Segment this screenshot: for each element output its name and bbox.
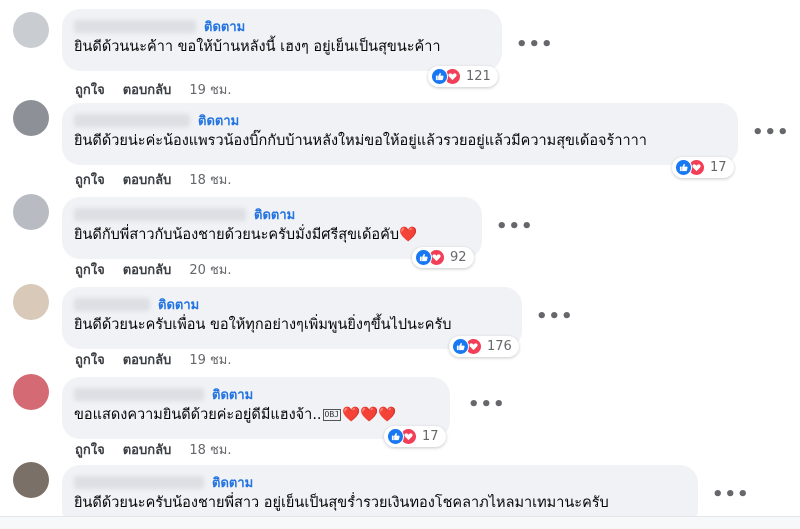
more-options-icon[interactable]: ••• [712, 486, 750, 504]
comment-text: ยินดีด้วยนะครับน้องชายพี่สาว อยู่เย็นเป็… [74, 495, 609, 511]
timestamp[interactable]: 18 ชม. [189, 439, 231, 460]
thumbs-up-icon [431, 68, 448, 85]
like-button[interactable]: ถูกใจ [75, 439, 105, 460]
like-button[interactable]: ถูกใจ [75, 79, 105, 100]
reaction-summary[interactable]: 121 [428, 66, 498, 87]
more-options-icon[interactable]: ••• [496, 218, 534, 236]
avatar[interactable] [13, 100, 49, 136]
comment-bubble: ติดตาม ยินดีด้วยน่ะค่ะน้องแพรวน้องบิ๊กกั… [62, 103, 738, 165]
reply-button[interactable]: ตอบกลับ [123, 79, 172, 100]
reply-button[interactable]: ตอบกลับ [123, 259, 172, 280]
commenter-name[interactable] [74, 387, 204, 401]
heart-emoji: ❤️❤️❤️ [342, 407, 397, 423]
avatar[interactable] [13, 12, 49, 48]
comment-text: ยินดีด้วยนะครับเพื่อน ขอให้ทุกอย่างๆเพิ่… [74, 317, 452, 333]
comment-text: ยินดีกับพี่สาวกับน้องชายด้วยนะครับมั่งมี… [74, 227, 400, 243]
avatar[interactable] [13, 284, 49, 320]
thumbs-up-icon [387, 428, 404, 445]
thumbs-up-icon [675, 159, 692, 176]
obj-glyph: OBJ [322, 409, 341, 421]
commenter-name[interactable] [74, 297, 150, 311]
reaction-count: 17 [710, 160, 727, 175]
comment-text: ยินดีด้วนนะค้าา ขอให้บ้านหลังนี้ เฮงๆ อย… [74, 39, 441, 55]
reaction-count: 17 [422, 429, 439, 444]
reaction-summary[interactable]: 17 [384, 426, 446, 447]
like-button[interactable]: ถูกใจ [75, 349, 105, 370]
avatar[interactable] [13, 462, 49, 498]
like-button[interactable]: ถูกใจ [75, 169, 105, 190]
thumbs-up-icon [415, 249, 432, 266]
thumbs-up-icon [452, 338, 469, 355]
comment-text: ยินดีด้วยน่ะค่ะน้องแพรวน้องบิ๊กกับบ้านหล… [74, 133, 647, 149]
commenter-name[interactable] [74, 113, 190, 127]
follow-link[interactable]: ติดตาม [204, 16, 245, 37]
like-button[interactable]: ถูกใจ [75, 259, 105, 280]
reply-button[interactable]: ตอบกลับ [123, 439, 172, 460]
comment-actions: ถูกใจ ตอบกลับ 19 ชม. [75, 79, 232, 100]
comment-bubble: ติดตาม ยินดีด้วนนะค้าา ขอให้บ้านหลังนี้ … [62, 9, 502, 71]
comment-actions: ถูกใจ ตอบกลับ 19 ชม. [75, 349, 232, 370]
timestamp[interactable]: 19 ชม. [189, 79, 231, 100]
heart-emoji: ❤️ [399, 227, 418, 243]
follow-link[interactable]: ติดตาม [212, 384, 253, 405]
avatar[interactable] [13, 194, 49, 230]
reply-button[interactable]: ตอบกลับ [123, 349, 172, 370]
follow-link[interactable]: ติดตาม [254, 204, 295, 225]
follow-link[interactable]: ติดตาม [158, 294, 199, 315]
reaction-summary[interactable]: 92 [412, 247, 474, 268]
comment-actions: ถูกใจ ตอบกลับ 18 ชม. [75, 169, 232, 190]
reply-button[interactable]: ตอบกลับ [123, 169, 172, 190]
follow-link[interactable]: ติดตาม [198, 110, 239, 131]
comment-text: ขอแสดงความยินดีด้วยค่ะอยู่ดีมีแฮงจ้า.. [74, 407, 322, 423]
commenter-name[interactable] [74, 475, 204, 489]
more-options-icon[interactable]: ••• [536, 308, 574, 326]
reaction-summary[interactable]: 17 [672, 157, 734, 178]
avatar[interactable] [13, 374, 49, 410]
comment-actions: ถูกใจ ตอบกลับ 20 ชม. [75, 259, 232, 280]
follow-link[interactable]: ติดตาม [212, 472, 253, 493]
more-options-icon[interactable]: ••• [516, 36, 554, 54]
commenter-name[interactable] [74, 207, 246, 221]
more-options-icon[interactable]: ••• [752, 124, 790, 142]
reaction-count: 92 [450, 250, 467, 265]
comment-actions: ถูกใจ ตอบกลับ 18 ชม. [75, 439, 232, 460]
commenter-name[interactable] [74, 19, 196, 33]
reaction-count: 121 [466, 69, 491, 84]
reaction-summary[interactable]: 176 [449, 336, 519, 357]
timestamp[interactable]: 18 ชม. [189, 169, 231, 190]
timestamp[interactable]: 19 ชม. [189, 349, 231, 370]
more-options-icon[interactable]: ••• [468, 396, 506, 414]
timestamp[interactable]: 20 ชม. [189, 259, 231, 280]
composer-divider [0, 516, 800, 529]
reaction-count: 176 [487, 339, 512, 354]
